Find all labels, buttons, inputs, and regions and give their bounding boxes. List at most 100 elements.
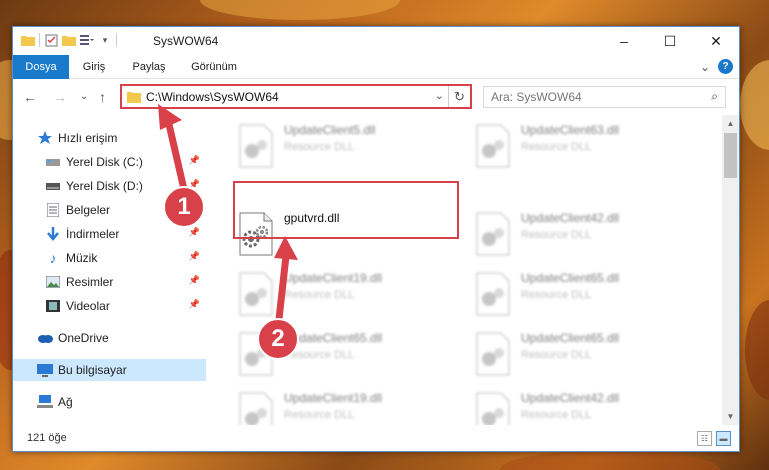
search-placeholder: Ara: SysWOW64 — [491, 90, 582, 104]
sidebar-item-label: Resimler — [66, 275, 114, 289]
file-name: UpdateClient63.dll — [521, 123, 620, 137]
search-icon[interactable]: ⌕ — [711, 89, 718, 104]
sidebar-item-this-pc[interactable]: Bu bilgisayar — [13, 359, 206, 381]
file-name: UpdateClient19.dll — [284, 271, 383, 285]
up-button[interactable]: ↑ — [99, 89, 106, 105]
file-name: UpdateClient42.dll — [521, 211, 620, 225]
tab-dosya[interactable]: Dosya — [13, 55, 69, 79]
address-bar[interactable]: C:\Windows\SysWOW64 ⌄ ↻ — [120, 84, 472, 109]
sidebar-item-onedrive[interactable]: OneDrive — [13, 327, 206, 349]
properties-icon[interactable] — [44, 33, 58, 47]
sidebar-item-quick-access[interactable]: Hızlı erişim — [13, 127, 206, 149]
ribbon-expand-icon[interactable]: ⌄ — [700, 60, 710, 74]
customize-toolbar-icon[interactable] — [80, 33, 94, 47]
pin-icon[interactable]: 📌 — [189, 275, 200, 286]
sidebar-item-label: Yerel Disk (C:) — [66, 155, 143, 169]
music-icon: ♪ — [49, 250, 57, 266]
search-input[interactable]: Ara: SysWOW64 ⌕ — [483, 86, 726, 108]
chevron-down-icon[interactable]: ▾ — [98, 33, 112, 47]
scroll-up-icon[interactable]: ▲ — [722, 115, 739, 132]
file-item[interactable]: UpdateClient42.dll Resource DLL — [471, 207, 691, 263]
file-list: UpdateClient5.dll Resource DLL UpdateCli… — [206, 115, 724, 425]
navigation-bar: ← → ⌄ ↑ C:\Windows\SysWOW64 ⌄ ↻ Ara: Sys… — [13, 79, 739, 115]
sidebar-item-label: Belgeler — [66, 203, 111, 217]
sidebar-item-network[interactable]: Ağ — [13, 391, 206, 413]
step-1-badge: 1 — [163, 186, 205, 228]
file-type: Resource DLL — [284, 141, 355, 153]
pin-icon[interactable]: 📌 — [189, 227, 200, 238]
new-folder-icon[interactable] — [62, 33, 76, 47]
explorer-window: ▾ SysWOW64 – ☐ ✕ Dosya Giriş Paylaş Görü… — [12, 26, 740, 452]
maximize-button[interactable]: ☐ — [647, 27, 693, 55]
tab-giris[interactable]: Giriş — [71, 55, 117, 79]
navigation-pane: Hızlı erişim Yerel Disk (C:) 📌 Yerel Dis… — [13, 115, 206, 425]
dll-file-icon — [476, 392, 510, 425]
refresh-button[interactable]: ↻ — [448, 86, 470, 107]
file-item[interactable]: UpdateClient42.dll Resource DLL — [471, 387, 691, 425]
sidebar-item-pictures[interactable]: Resimler 📌 — [13, 271, 206, 293]
dll-file-icon — [476, 212, 510, 256]
file-item[interactable]: UpdateClient65.dll Resource DLL — [471, 267, 691, 323]
step-2-badge: 2 — [257, 318, 299, 360]
details-view-icon[interactable]: ☷ — [697, 431, 712, 446]
dll-file-icon — [476, 124, 510, 168]
help-icon[interactable]: ? — [718, 59, 733, 74]
title-bar: ▾ SysWOW64 – ☐ ✕ — [13, 27, 739, 55]
dll-file-icon — [239, 124, 273, 168]
address-dropdown-icon[interactable]: ⌄ — [435, 89, 444, 102]
sidebar-item-label: Hızlı erişim — [58, 131, 118, 145]
dll-file-icon — [239, 272, 273, 316]
file-type: Resource DLL — [521, 229, 592, 241]
file-item[interactable]: UpdateClient63.dll Resource DLL — [471, 119, 691, 175]
dll-file-icon — [239, 392, 273, 425]
file-name: UpdateClient65.dll — [521, 271, 620, 285]
pin-icon[interactable]: 📌 — [189, 251, 200, 262]
file-item[interactable]: UpdateClient65.dll Resource DLL — [471, 327, 691, 383]
file-name: UpdateClient19.dll — [284, 391, 383, 405]
download-icon — [45, 226, 61, 242]
tab-paylas[interactable]: Paylaş — [123, 55, 175, 79]
sidebar-item-label: Bu bilgisayar — [58, 363, 127, 377]
file-item[interactable]: UpdateClient19.dll Resource DLL — [234, 267, 454, 323]
item-count: 121 öğe — [27, 432, 67, 444]
sidebar-item-disk-c[interactable]: Yerel Disk (C:) 📌 — [13, 151, 206, 173]
address-path[interactable]: C:\Windows\SysWOW64 — [146, 90, 279, 104]
folder-icon[interactable] — [21, 33, 35, 47]
file-type: Resource DLL — [521, 349, 592, 361]
file-name: UpdateClient65.dll — [521, 331, 620, 345]
file-name: UpdateClient5.dll — [284, 123, 376, 137]
file-type: Resource DLL — [521, 409, 592, 421]
back-button[interactable]: ← — [23, 89, 37, 105]
file-type: Resource DLL — [521, 141, 592, 153]
dll-file-icon — [476, 272, 510, 316]
quick-access-toolbar: ▾ — [21, 33, 117, 47]
computer-icon — [37, 362, 53, 378]
sidebar-item-music[interactable]: ♪ Müzik 📌 — [13, 247, 206, 269]
sidebar-item-videos[interactable]: Videolar 📌 — [13, 295, 206, 317]
drive-icon — [45, 178, 61, 194]
scroll-down-icon[interactable]: ▼ — [722, 408, 739, 425]
scroll-thumb[interactable] — [724, 133, 737, 178]
forward-button[interactable]: → — [53, 89, 67, 105]
file-item[interactable]: UpdateClient19.dll Resource DLL — [234, 387, 454, 425]
videos-icon — [45, 298, 61, 314]
pin-icon[interactable]: 📌 — [189, 155, 200, 166]
file-type: Resource DLL — [284, 409, 355, 421]
cloud-icon — [37, 330, 53, 346]
sidebar-item-label: Yerel Disk (D:) — [66, 179, 143, 193]
file-type: Resource DLL — [284, 289, 355, 301]
tab-gorunum[interactable]: Görünüm — [183, 55, 245, 79]
window-controls: – ☐ ✕ — [601, 27, 739, 55]
close-button[interactable]: ✕ — [693, 27, 739, 55]
minimize-button[interactable]: – — [601, 27, 647, 55]
pin-icon[interactable]: 📌 — [189, 299, 200, 310]
file-item[interactable]: UpdateClient5.dll Resource DLL — [234, 119, 454, 175]
vertical-scrollbar[interactable]: ▲ ▼ — [722, 115, 739, 425]
status-bar: 121 öğe ☷ ▬ — [13, 427, 739, 451]
large-icons-view-icon[interactable]: ▬ — [716, 431, 731, 446]
file-highlight-box — [233, 181, 459, 239]
sidebar-item-label: Videolar — [66, 299, 110, 313]
folder-icon — [127, 90, 141, 106]
sidebar-item-label: Ağ — [58, 395, 73, 409]
recent-locations-button[interactable]: ⌄ — [80, 91, 88, 102]
